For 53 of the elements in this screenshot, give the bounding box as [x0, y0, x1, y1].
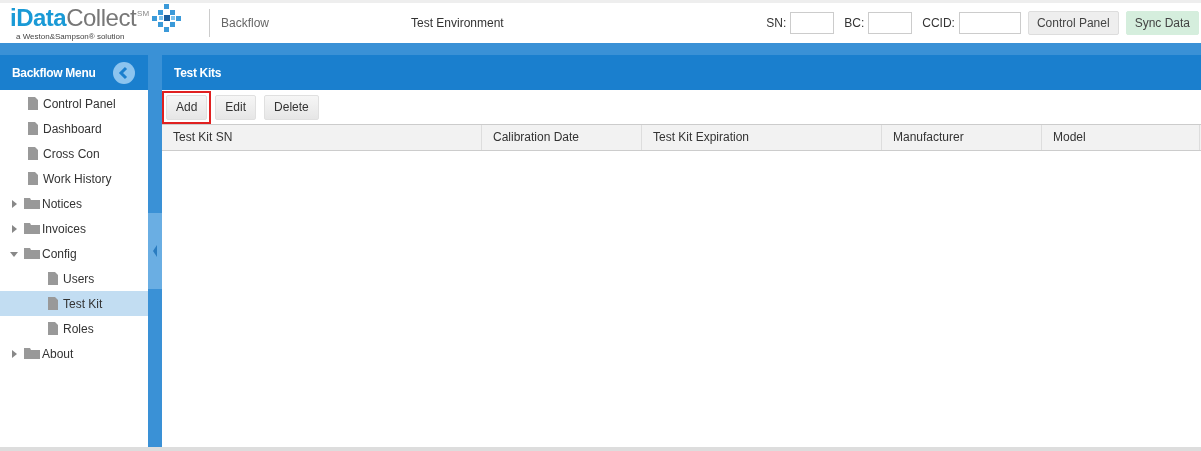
column-header[interactable]: Model — [1042, 125, 1200, 150]
tree-item[interactable]: Invoices — [0, 216, 148, 241]
splitter-handle[interactable] — [148, 213, 162, 289]
expander-icon[interactable] — [10, 249, 18, 258]
folder-icon — [24, 198, 40, 209]
document-icon — [48, 297, 58, 310]
logo-icon — [152, 3, 183, 32]
expander-icon[interactable] — [10, 199, 18, 208]
document-icon — [48, 322, 58, 335]
search-field[interactable] — [790, 12, 835, 34]
column-header[interactable]: Calibration Date — [482, 125, 642, 150]
toolbar-button[interactable]: Delete — [264, 94, 319, 120]
panel-title: Test Kits — [174, 65, 222, 80]
document-icon — [48, 272, 58, 285]
search-field[interactable] — [958, 12, 1021, 34]
document-icon — [28, 172, 38, 185]
search-field[interactable] — [868, 12, 913, 34]
module-name: Backflow — [221, 16, 271, 30]
column-header[interactable]: Manufacturer — [882, 125, 1042, 150]
logo-wordmark: Collect — [66, 5, 137, 30]
tree-item[interactable]: Work History — [0, 166, 148, 191]
document-icon — [28, 122, 38, 135]
toolbar-button[interactable]: Add — [166, 94, 208, 120]
tree-item[interactable]: Control Panel — [0, 91, 148, 116]
tree-item[interactable]: Dashboard — [0, 116, 148, 141]
column-header[interactable]: Test Kit Expiration — [642, 125, 882, 150]
field-label: BC: — [844, 16, 865, 30]
tree-item[interactable]: About — [0, 341, 148, 366]
folder-icon — [24, 248, 40, 259]
tree-item[interactable]: Users — [0, 266, 148, 291]
column-header[interactable]: Test Kit SN — [162, 125, 482, 150]
tree-item[interactable]: Config — [0, 241, 148, 266]
toolbar-button[interactable]: Edit — [215, 94, 257, 120]
field-label: SN: — [766, 16, 787, 30]
expander-icon[interactable] — [10, 224, 18, 233]
document-icon — [28, 97, 38, 110]
logo-wordmark: iData — [10, 5, 67, 30]
expander-icon[interactable] — [10, 349, 18, 358]
sidebar-title: Backflow Menu — [12, 65, 96, 80]
collapse-icon[interactable] — [113, 61, 135, 84]
header-button[interactable]: Control Panel — [1027, 11, 1119, 35]
field-label: CCID: — [922, 16, 955, 30]
tree-item[interactable]: Roles — [0, 316, 148, 341]
folder-icon — [24, 223, 40, 234]
document-icon — [28, 147, 38, 160]
logo-tagline: a Weston&Sampson® solution — [16, 31, 126, 41]
tree-item[interactable]: Test Kit — [0, 291, 148, 316]
folder-icon — [24, 348, 40, 359]
environment-label: Test Environment — [411, 16, 505, 30]
service-mark: SM — [137, 8, 150, 18]
tree-item[interactable]: Notices — [0, 191, 148, 216]
header-button[interactable]: Sync Data — [1125, 11, 1199, 35]
tree-item[interactable]: Cross Con — [0, 141, 148, 166]
